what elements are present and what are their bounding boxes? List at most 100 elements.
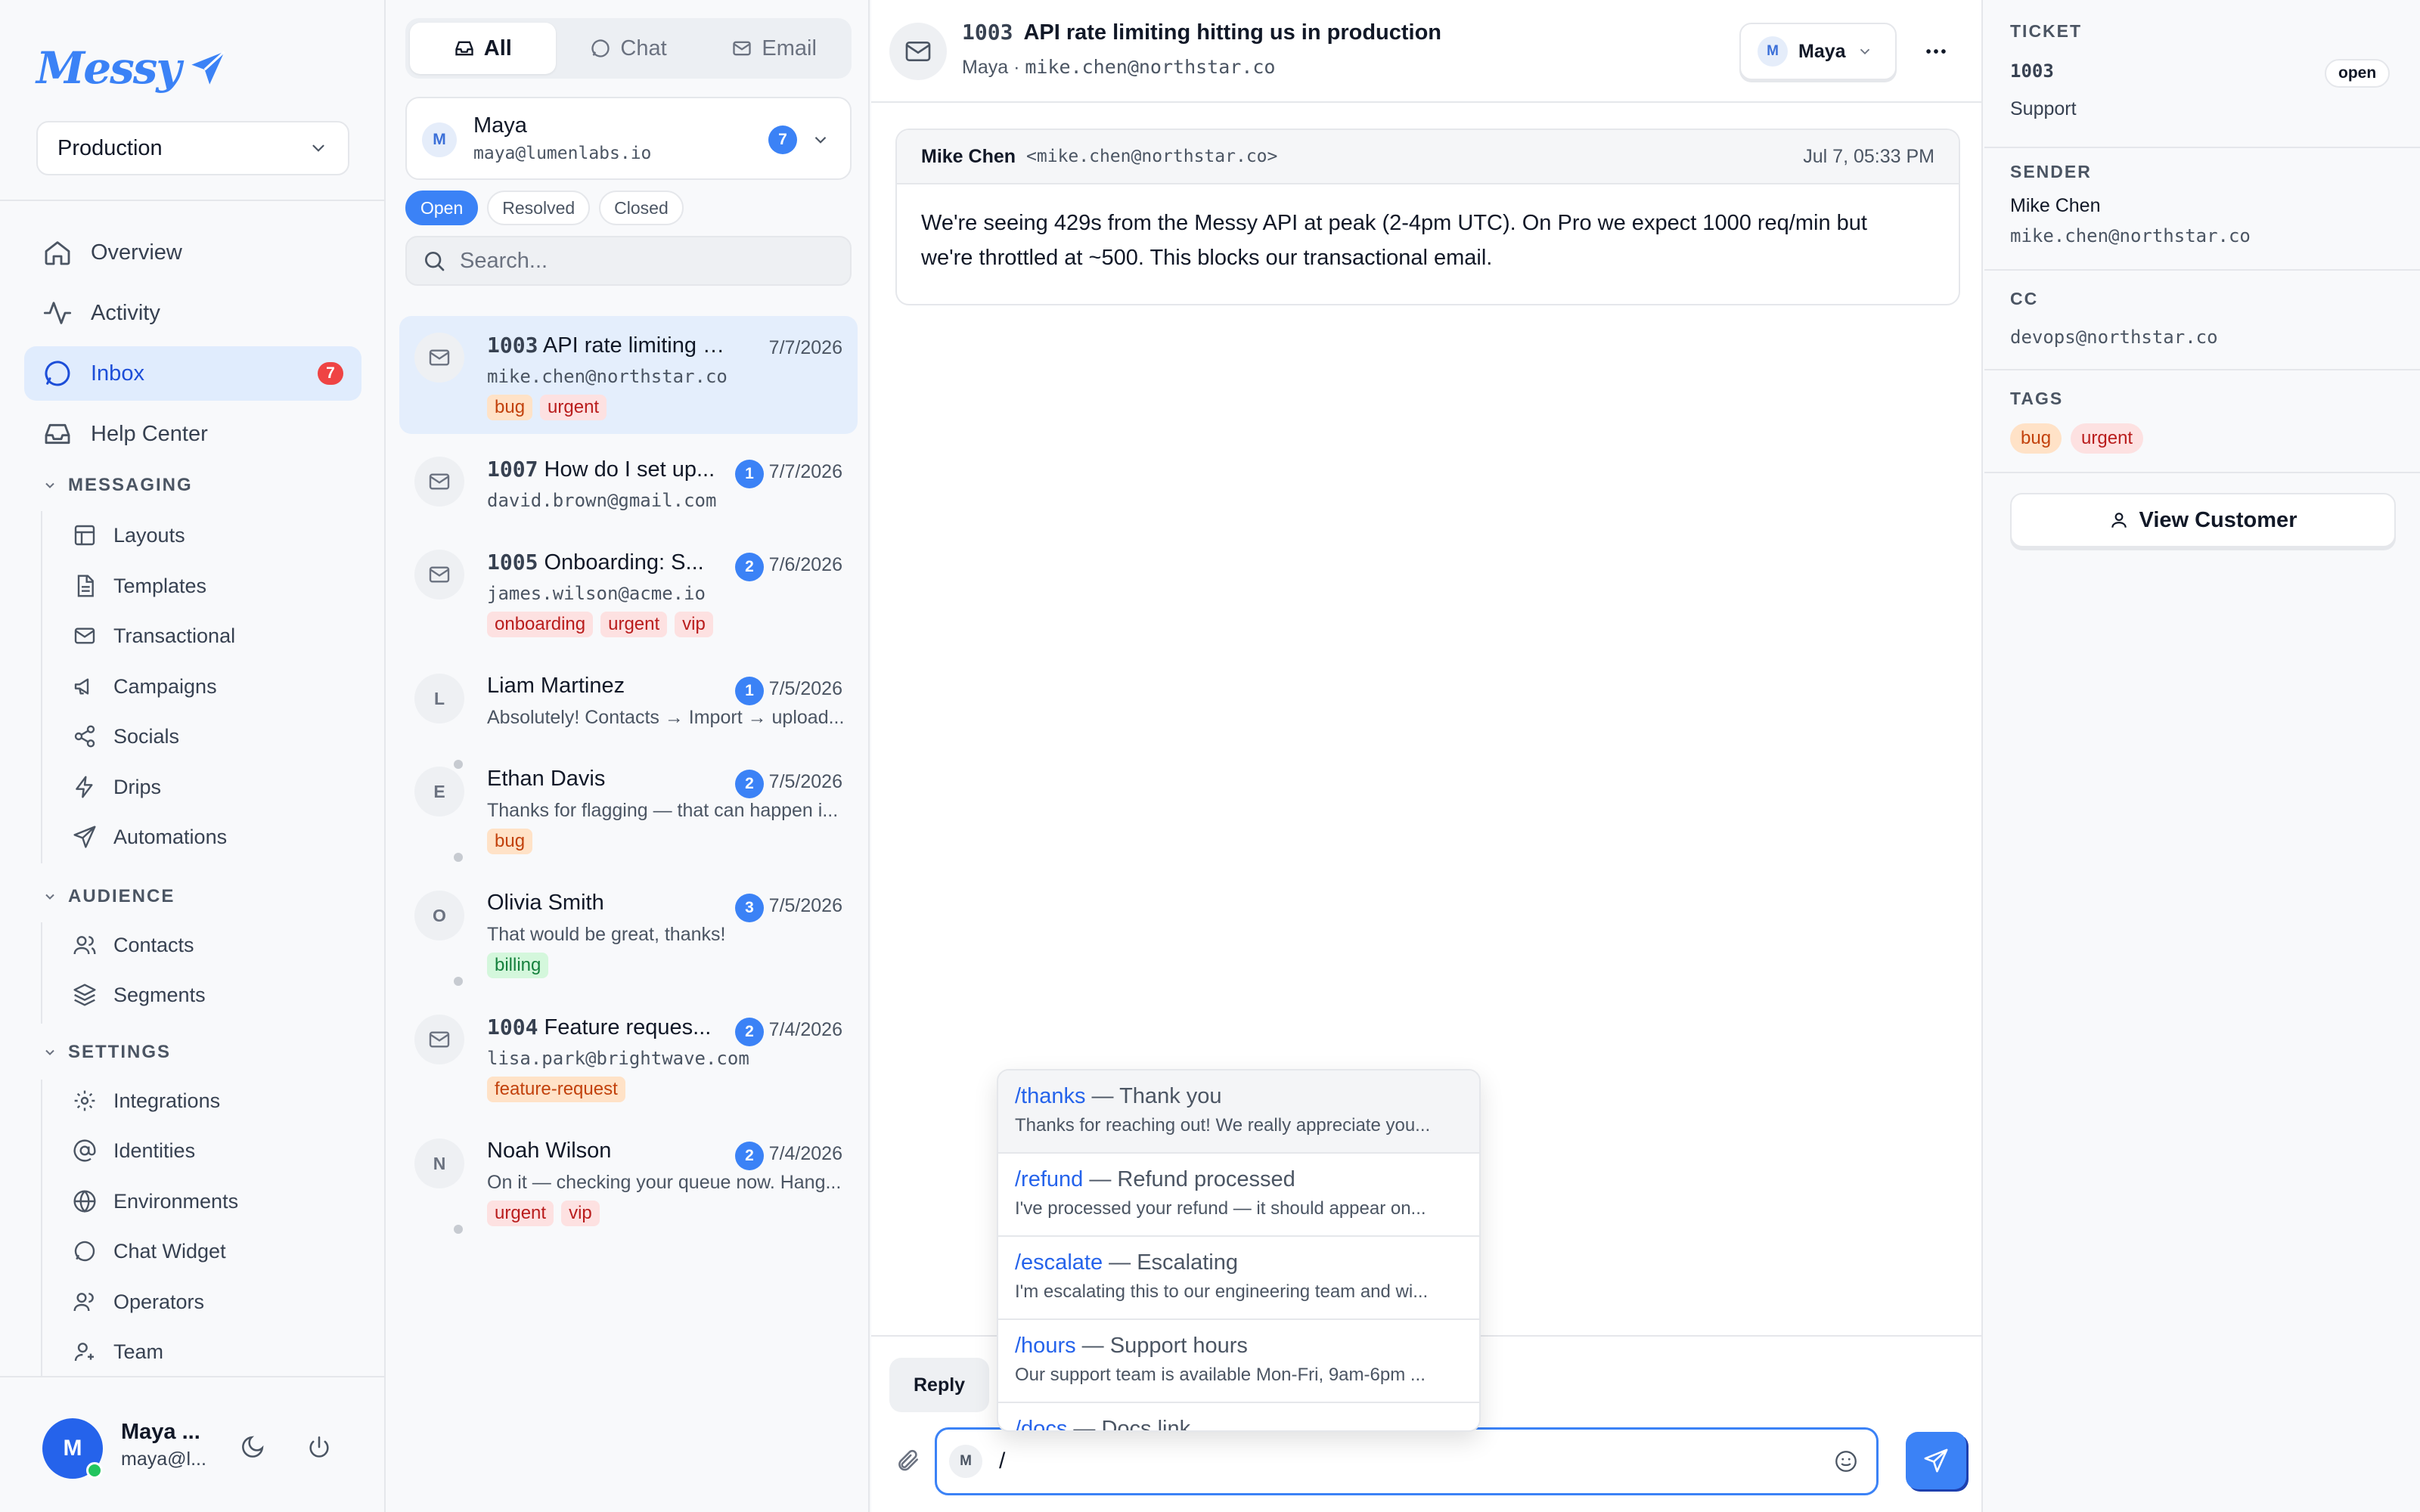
unread-count-badge: 1 bbox=[735, 677, 764, 705]
tag-vip: vip bbox=[675, 612, 713, 637]
emoji-button[interactable] bbox=[1828, 1443, 1864, 1479]
status-tab-resolved[interactable]: Resolved bbox=[487, 191, 591, 225]
sidebar-item-identities[interactable]: Identities bbox=[73, 1132, 195, 1170]
sidebar-item-chat-widget[interactable]: Chat Widget bbox=[73, 1232, 226, 1270]
sidebar-item-label: Contacts bbox=[113, 933, 194, 956]
slash-command-label: Docs link bbox=[1101, 1417, 1191, 1432]
sidebar-item-templates[interactable]: Templates bbox=[73, 567, 206, 605]
sidebar-item-drips[interactable]: Drips bbox=[73, 768, 161, 806]
sidebar-item-label: Segments bbox=[113, 983, 206, 1006]
conversation-sender: james.wilson@acme.io bbox=[487, 583, 706, 604]
conversation-date: 7/5/2026 bbox=[768, 771, 842, 792]
attach-button[interactable] bbox=[889, 1442, 926, 1479]
at-sign-icon bbox=[73, 1139, 97, 1163]
tab-all[interactable]: All bbox=[410, 23, 556, 74]
sidebar-item-label: Automations bbox=[113, 825, 228, 848]
unread-count-badge: 2 bbox=[735, 770, 764, 798]
ticket-number: 1007 bbox=[487, 457, 538, 482]
smiley-icon bbox=[1833, 1448, 1859, 1474]
slash-command-item[interactable]: /hours — Support hours Our support team … bbox=[998, 1320, 1479, 1403]
sidebar-item-integrations[interactable]: Integrations bbox=[73, 1082, 220, 1120]
conversation-item[interactable]: 1003 API rate limiting hit... 7/7/2026 m… bbox=[399, 316, 858, 434]
sidebar-item-segments[interactable]: Segments bbox=[73, 976, 206, 1014]
conversation-sender: david.brown@gmail.com bbox=[487, 490, 717, 511]
assignee-name: Maya bbox=[1798, 40, 1846, 62]
status-tab-open[interactable]: Open bbox=[405, 191, 479, 225]
slash-command-label: Thank you bbox=[1119, 1084, 1222, 1108]
reply-composer[interactable]: M / bbox=[935, 1427, 1879, 1495]
avatar: O bbox=[414, 891, 464, 940]
conversation-preview: Thanks for flagging — that can happen i.… bbox=[487, 800, 839, 821]
sidebar-item-socials[interactable]: Socials bbox=[73, 717, 179, 755]
conversation-item[interactable]: N Noah Wilson 2 7/4/2026 On it — checkin… bbox=[399, 1122, 858, 1240]
conversation-tags: feature-request bbox=[487, 1077, 625, 1102]
more-options-button[interactable] bbox=[1915, 30, 1957, 73]
sidebar-item-label: Templates bbox=[113, 574, 207, 597]
current-user-email: maya@l... bbox=[121, 1448, 206, 1470]
brand-logo[interactable]: Messy bbox=[36, 42, 230, 94]
avatar: L bbox=[414, 674, 464, 723]
unread-count-badge: 1 bbox=[735, 460, 764, 488]
conversation-title: 1005 Onboarding: S... bbox=[487, 550, 729, 575]
avatar: M bbox=[949, 1445, 982, 1478]
conversation-item[interactable]: 1005 Onboarding: S... 2 7/6/2026 james.w… bbox=[399, 533, 858, 651]
sidebar-item-label: Transactional bbox=[113, 624, 236, 647]
ticket-number: 1003 bbox=[487, 333, 538, 358]
tab-email[interactable]: Email bbox=[701, 23, 847, 74]
send-button[interactable] bbox=[1906, 1432, 1966, 1489]
sidebar-item-label: Environments bbox=[113, 1189, 239, 1213]
sidebar-item-team[interactable]: Team bbox=[73, 1333, 163, 1371]
sidebar-item-layouts[interactable]: Layouts bbox=[73, 516, 185, 554]
ticket-number: 1003 bbox=[962, 20, 1013, 45]
slash-command-heading: /docs — Docs link bbox=[1015, 1417, 1463, 1432]
search-input[interactable] bbox=[460, 248, 835, 274]
slash-command-item[interactable]: /docs — Docs link bbox=[998, 1403, 1479, 1432]
conversation-title: Ethan Davis bbox=[487, 767, 606, 791]
slash-command-item[interactable]: /thanks — Thank you Thanks for reaching … bbox=[998, 1070, 1479, 1154]
conversation-item[interactable]: O Olivia Smith 3 7/5/2026 That would be … bbox=[399, 874, 858, 992]
sidebar-item-operators[interactable]: Operators bbox=[73, 1283, 204, 1321]
tab-chat-label: Chat bbox=[620, 36, 667, 60]
status-tab-closed[interactable]: Closed bbox=[599, 191, 684, 225]
ticket-number: 1004 bbox=[487, 1015, 538, 1040]
sidebar-item-campaigns[interactable]: Campaigns bbox=[73, 668, 217, 705]
nav-activity[interactable]: Activity bbox=[24, 286, 361, 340]
sidebar-item-transactional[interactable]: Transactional bbox=[73, 617, 235, 655]
conversation-title: 1004 Feature reques... bbox=[487, 1015, 729, 1040]
nav-help-center[interactable]: Help Center bbox=[24, 407, 361, 461]
cc-section: CC devops@northstar.co bbox=[1984, 271, 2420, 370]
conversation-item[interactable]: E Ethan Davis 2 7/5/2026 Thanks for flag… bbox=[399, 750, 858, 868]
megaphone-icon bbox=[73, 674, 97, 699]
home-icon bbox=[42, 237, 73, 268]
assignee-select[interactable]: M Maya bbox=[1739, 23, 1897, 80]
slash-command-item[interactable]: /escalate — Escalating I'm escalating th… bbox=[998, 1237, 1479, 1320]
nav-inbox[interactable]: Inbox 7 bbox=[24, 346, 361, 401]
view-customer-button[interactable]: View Customer bbox=[2010, 493, 2396, 547]
conversation-date: 7/7/2026 bbox=[768, 337, 842, 358]
slash-command-preview: Our support team is available Mon-Fri, 9… bbox=[1015, 1365, 1426, 1385]
sidebar-item-contacts[interactable]: Contacts bbox=[73, 926, 194, 964]
tag-list: bug urgent bbox=[2010, 423, 2144, 454]
section-messaging-toggle[interactable]: MESSAGING bbox=[42, 475, 193, 496]
theme-toggle-button[interactable] bbox=[231, 1426, 274, 1468]
reply-tab[interactable]: Reply bbox=[889, 1358, 990, 1412]
section-audience-toggle[interactable]: AUDIENCE bbox=[42, 886, 175, 907]
reply-input[interactable]: / bbox=[999, 1448, 1005, 1474]
operator-filter[interactable]: M Maya maya@lumenlabs.io 7 bbox=[405, 97, 852, 180]
section-settings-toggle[interactable]: SETTINGS bbox=[42, 1042, 171, 1063]
nav-activity-label: Activity bbox=[91, 300, 160, 325]
conversation-item[interactable]: 1004 Feature reques... 2 7/4/2026 lisa.p… bbox=[399, 998, 858, 1116]
ticket-label: TICKET bbox=[2010, 21, 2083, 41]
chevron-down-icon bbox=[42, 478, 57, 493]
tab-chat[interactable]: Chat bbox=[556, 23, 702, 74]
current-user-bar: M Maya ... maya@l... bbox=[0, 1376, 386, 1512]
thread-header: 1003 API rate limiting hitting us in prod… bbox=[871, 0, 1983, 103]
nav-overview[interactable]: Overview bbox=[24, 225, 361, 280]
sidebar-item-environments[interactable]: Environments bbox=[73, 1182, 238, 1220]
logout-button[interactable] bbox=[298, 1426, 340, 1468]
conversation-title: Olivia Smith bbox=[487, 891, 604, 915]
slash-command-item[interactable]: /refund — Refund processed I've processe… bbox=[998, 1154, 1479, 1237]
environment-select[interactable]: Production bbox=[36, 121, 349, 175]
thread-subject: API rate limiting hitting us in producti… bbox=[1023, 20, 1442, 45]
sidebar-item-automations[interactable]: Automations bbox=[73, 818, 227, 856]
